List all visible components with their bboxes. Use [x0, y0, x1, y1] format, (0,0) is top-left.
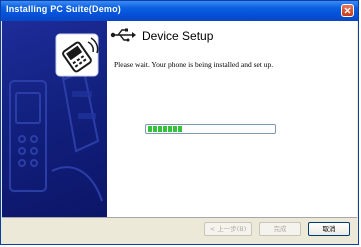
close-icon[interactable]: [341, 4, 354, 17]
finish-button[interactable]: 完成: [259, 222, 301, 236]
button-bar: < 上一步(B) 完成 取消: [2, 218, 357, 243]
progress-fill: [148, 126, 183, 132]
installer-window: Installing PC Suite(Demo) Device Setup P…: [0, 0, 359, 245]
cancel-button[interactable]: 取消: [308, 222, 350, 236]
wizard-content: Device Setup Please wait. Your phone is …: [2, 21, 357, 243]
page-description: Please wait. Your phone is being install…: [114, 60, 274, 69]
title-bar[interactable]: Installing PC Suite(Demo): [1, 1, 358, 21]
install-progress-bar: [145, 124, 276, 134]
usb-icon: [110, 28, 136, 42]
window-title: Installing PC Suite(Demo): [6, 4, 122, 14]
page-title: Device Setup: [142, 29, 214, 43]
back-button[interactable]: < 上一步(B): [204, 222, 252, 236]
mobile-phone-icon: [55, 33, 99, 77]
side-banner: [2, 21, 107, 217]
